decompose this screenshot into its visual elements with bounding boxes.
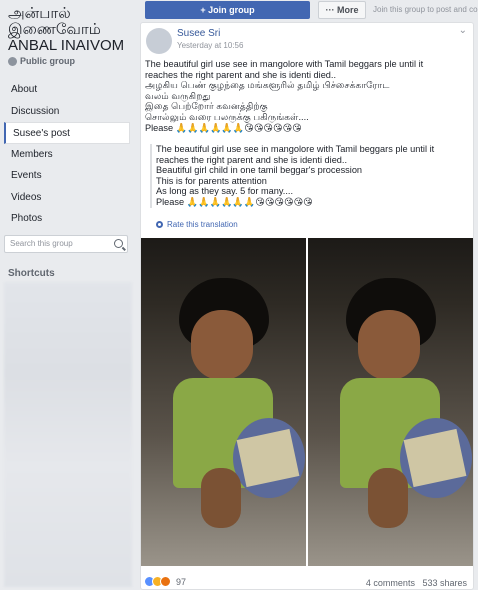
nav-videos[interactable]: Videos [4,187,130,209]
post-photos [141,238,473,566]
quote-line: The beautiful girl use see in mangolore … [156,144,435,154]
rate-translation-label: Rate this translation [167,220,238,229]
post-card: Susee Sri Yesterday at 10:56 ⌄ The beaut… [140,22,474,590]
nav-about[interactable]: About [4,79,130,101]
post-line: இதை பெற்றோர் கவனத்திற்கு [145,101,268,112]
reaction-count: 97 [176,576,187,587]
privacy-text: Public group [20,56,75,66]
post-author[interactable]: Susee Sri [177,28,220,39]
rate-translation-link[interactable]: Rate this translation [156,220,238,229]
shares-count[interactable]: 533 shares [422,578,467,588]
post-line: வலம் வருகிறது [145,90,211,101]
post-line: அழகிய பெண் குழந்தை மங்களூரில் தமிழ் பிச்… [145,80,390,91]
reactions-summary[interactable]: 97 [144,576,186,587]
quote-line: As long as they say. 5 for many.... [156,186,294,197]
group-search-input[interactable]: Search this group [4,235,128,253]
globe-icon [8,56,17,66]
shortcuts-heading: Shortcuts [8,268,55,279]
post-photo-right[interactable] [308,238,473,566]
chevron-down-icon[interactable]: ⌄ [459,25,467,36]
group-title[interactable]: அன்பால் இணைவோம் ANBAL INAIVOM [8,6,134,54]
quote-line: reaches the right parent and she is iden… [156,154,348,165]
post-stats: 4 comments 533 shares [366,578,467,588]
nav-discussion[interactable]: Discussion [4,101,130,123]
search-placeholder: Search this group [10,239,73,248]
quote-line: Please 🙏🙏🙏🙏🙏🙏😘😘😘😘😘😘 [156,196,313,207]
join-hint-text: Join this group to post and co [373,5,478,14]
comments-count[interactable]: 4 comments [366,578,415,588]
quote-line: Beautiful girl child in one tamil beggar… [156,165,363,176]
privacy-label: Public group [8,56,75,66]
post-timestamp[interactable]: Yesterday at 10:56 [177,41,243,50]
nav-photos[interactable]: Photos [4,208,130,230]
shortcuts-list-blurred [4,282,132,587]
left-sidebar: அன்பால் இணைவோம் ANBAL INAIVOM Public gro… [0,0,136,590]
post-line: The beautiful girl use see in mangolore … [145,59,424,69]
post-line: reaches the right parent and she is iden… [145,69,337,80]
translation-quote: The beautiful girl use see in mangolore … [150,144,470,208]
nav-members[interactable]: Members [4,144,130,166]
search-icon[interactable] [114,239,123,248]
nav-susees-post[interactable]: Susee's post [4,122,130,144]
quote-line: This is for parents attention [156,175,267,186]
post-photo-left[interactable] [141,238,306,566]
group-topbar: + Join group ··· More Join this group to… [138,0,478,20]
post-line: Please 🙏🙏🙏🙏🙏🙏😘😘😘😘😘😘 [145,122,302,133]
more-button[interactable]: ··· More [318,1,366,19]
join-group-button[interactable]: + Join group [145,1,310,19]
avatar[interactable] [146,28,172,54]
gear-icon [156,221,163,228]
post-body: The beautiful girl use see in mangolore … [145,59,471,133]
post-line: சொல்லும் வரை பலருக்கு பகிருங்கள்.... [145,111,309,122]
group-nav: About Discussion Susee's post Members Ev… [4,79,130,230]
nav-events[interactable]: Events [4,165,130,187]
angry-reaction-icon [160,576,171,587]
